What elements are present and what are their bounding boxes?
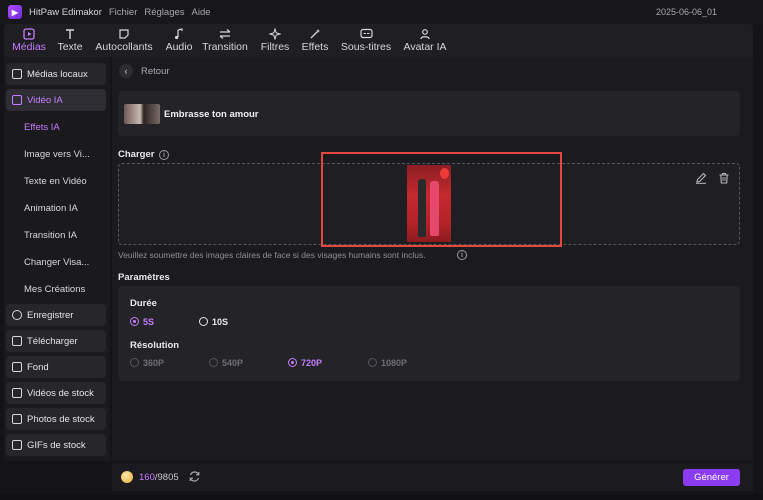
avatar-icon: [417, 27, 433, 40]
info-icon[interactable]: i: [457, 250, 467, 260]
sidebar-subitem-image-to-video[interactable]: Image vers Vi...: [24, 149, 90, 160]
generate-button[interactable]: Générer: [683, 469, 740, 486]
download-icon: [12, 336, 22, 346]
status-bar: [0, 494, 763, 500]
upload-label: Charger: [118, 149, 155, 160]
sidebar-item-label: Vidéos de stock: [27, 387, 94, 399]
sticker-icon: [116, 27, 132, 40]
magic-wand-icon: [307, 27, 323, 40]
resolution-radio-360p[interactable]: [130, 358, 139, 367]
resolution-label: Résolution: [130, 340, 180, 351]
sidebar-item-label: Vidéo IA: [27, 94, 63, 106]
resolution-radio-540p[interactable]: [209, 358, 218, 367]
resolution-option-720p[interactable]: 720P: [301, 358, 322, 368]
menu-file[interactable]: Fichier: [109, 7, 138, 18]
info-icon[interactable]: i: [159, 150, 169, 160]
sidebar-item-label: Photos de stock: [27, 413, 95, 425]
tab-ai-avatar[interactable]: Avatar IA: [403, 24, 447, 57]
tab-effects[interactable]: Effets: [301, 24, 329, 57]
tab-transition[interactable]: Transition: [202, 24, 248, 57]
subtitles-icon: [358, 27, 374, 40]
duration-radio-10s[interactable]: [199, 317, 208, 326]
resolution-option-1080p[interactable]: 1080P: [381, 358, 407, 368]
credits-counter: 160/9805: [139, 472, 179, 483]
chevron-left-icon: ‹: [124, 66, 128, 76]
footer-bar: [112, 463, 753, 491]
app-logo-icon: ▶: [8, 5, 22, 19]
tab-audio[interactable]: Audio: [165, 24, 193, 57]
duration-radio-5s[interactable]: [130, 317, 139, 326]
text-icon: [62, 27, 78, 40]
resolution-option-360p[interactable]: 360P: [143, 358, 164, 368]
upload-hint: Veuillez soumettre des images claires de…: [118, 250, 426, 260]
sidebar-subitem-my-creations[interactable]: Mes Créations: [24, 284, 85, 295]
main-toolbar: Médias Texte Autocollants Audio Transiti…: [4, 24, 753, 57]
sidebar-item-ai-video[interactable]: Vidéo IA: [6, 89, 106, 111]
edit-icon[interactable]: [695, 172, 707, 184]
gif-icon: [12, 440, 22, 450]
resolution-option-540p[interactable]: 540P: [222, 358, 243, 368]
sidebar-subitem-ai-transition[interactable]: Transition IA: [24, 230, 77, 241]
sidebar-item-stock-gifs[interactable]: GIFs de stock: [6, 434, 106, 456]
music-note-icon: [171, 27, 187, 40]
sidebar-item-record[interactable]: Enregistrer: [6, 304, 106, 326]
trash-icon[interactable]: [718, 172, 730, 184]
resolution-radio-720p[interactable]: [288, 358, 297, 367]
tab-filters[interactable]: Filtres: [260, 24, 290, 57]
sidebar-item-background[interactable]: Fond: [6, 356, 106, 378]
sidebar-item-stock-photos[interactable]: Photos de stock: [6, 408, 106, 430]
params-label: Paramètres: [118, 272, 170, 283]
menu-settings[interactable]: Réglages: [144, 7, 184, 18]
sidebar-item-label: GIFs de stock: [27, 439, 86, 451]
sidebar-item-label: Télécharger: [27, 335, 78, 347]
folder-icon: [12, 69, 22, 79]
duration-option-5s[interactable]: 5S: [143, 317, 154, 327]
template-thumbnail: [124, 104, 160, 124]
template-title: Embrasse ton amour: [164, 109, 259, 120]
coin-icon: [121, 471, 133, 483]
title-bar: ▶ HitPaw Edimakor Fichier Réglages Aide …: [0, 0, 763, 24]
sparkle-icon: [267, 27, 283, 40]
duration-label: Durée: [130, 298, 157, 309]
highlight-frame: [321, 152, 562, 247]
sidebar-subitem-text-to-video[interactable]: Texte en Vidéo: [24, 176, 87, 187]
project-name: 2025-06-06_01: [656, 7, 718, 17]
sidebar-item-local-media[interactable]: Médias locaux: [6, 63, 106, 85]
sidebar-item-stock-videos[interactable]: Vidéos de stock: [6, 382, 106, 404]
back-label[interactable]: Retour: [141, 66, 170, 77]
tab-stickers[interactable]: Autocollants: [95, 24, 153, 57]
duration-option-10s[interactable]: 10S: [212, 317, 228, 327]
refresh-icon[interactable]: [188, 470, 201, 483]
sidebar-item-label: Fond: [27, 361, 49, 373]
tab-subtitles[interactable]: Sous-titres: [341, 24, 391, 57]
tab-media[interactable]: Médias: [11, 24, 47, 57]
ai-video-icon: [12, 95, 22, 105]
back-button[interactable]: ‹: [119, 64, 133, 78]
sidebar-subitem-face-swap[interactable]: Changer Visa...: [24, 257, 89, 268]
resolution-radio-1080p[interactable]: [368, 358, 377, 367]
app-title: HitPaw Edimakor: [29, 6, 102, 18]
stock-photo-icon: [12, 414, 22, 424]
sidebar-item-label: Médias locaux: [27, 68, 88, 80]
menu-help[interactable]: Aide: [192, 7, 211, 18]
background-icon: [12, 362, 22, 372]
sidebar-item-download[interactable]: Télécharger: [6, 330, 106, 352]
stock-video-icon: [12, 388, 22, 398]
tab-text[interactable]: Texte: [54, 24, 86, 57]
transition-arrows-icon: [217, 27, 233, 40]
media-icon: [21, 27, 37, 40]
sidebar-subitem-ai-animation[interactable]: Animation IA: [24, 203, 78, 214]
sidebar-item-label: Enregistrer: [27, 309, 74, 321]
sidebar-subitem-ai-effects[interactable]: Effets IA: [24, 122, 60, 133]
record-icon: [12, 310, 22, 320]
